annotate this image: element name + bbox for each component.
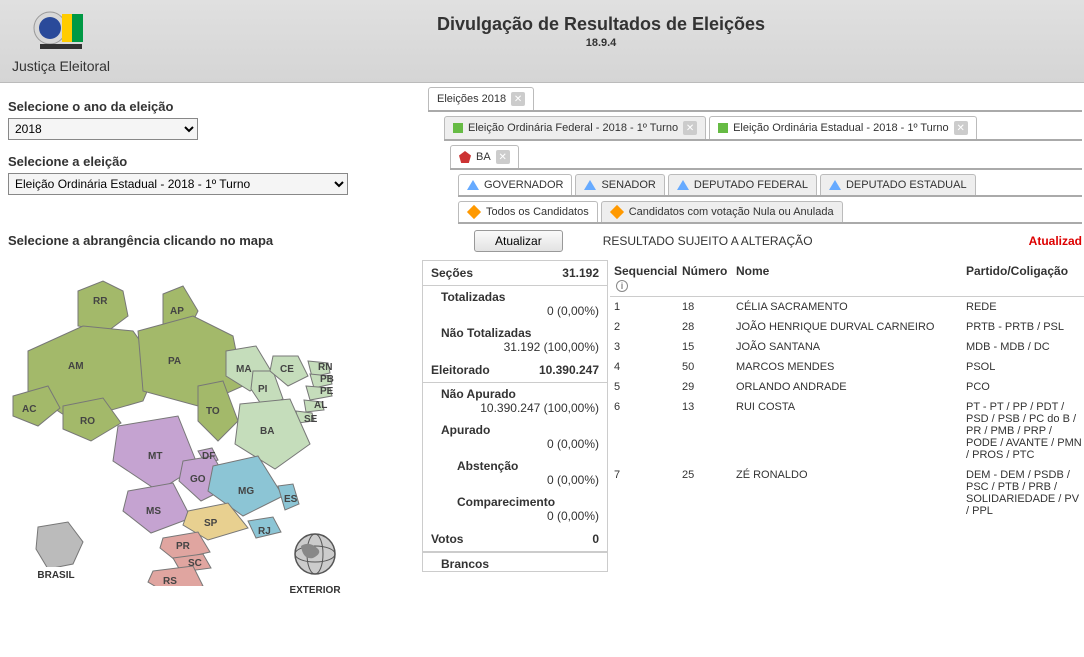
col-sequencial[interactable]: Sequencial	[614, 264, 677, 278]
alert-text: Atualizad	[1029, 234, 1082, 248]
state-RS[interactable]	[148, 566, 203, 586]
table-row[interactable]: 529ORLANDO ANDRADEPCO	[610, 377, 1084, 397]
square-green-icon	[453, 123, 463, 133]
state-PB[interactable]	[310, 374, 332, 388]
close-icon[interactable]: ✕	[511, 92, 525, 106]
triangle-up-icon	[677, 180, 689, 190]
state-AL[interactable]	[304, 400, 324, 412]
state-PE[interactable]	[306, 386, 332, 400]
tab-governador[interactable]: GOVERNADOR	[458, 174, 572, 195]
year-select[interactable]: 2018	[8, 118, 198, 140]
triangle-up-icon	[584, 180, 596, 190]
brasil-mini[interactable]: BRASIL	[28, 519, 84, 581]
tab-eleicoes-2018[interactable]: Eleições 2018 ✕	[428, 87, 534, 110]
right-panel: Eleições 2018 ✕ Eleição Ordinária Federa…	[408, 83, 1084, 650]
tab-state-ba[interactable]: BA ✕	[450, 145, 519, 168]
scope-label: Selecione a abrangência clicando no mapa	[8, 233, 400, 248]
pentagon-red-icon	[459, 151, 471, 163]
diamond-orange-icon	[467, 205, 481, 219]
tab-federal[interactable]: Eleição Ordinária Federal - 2018 - 1º Tu…	[444, 116, 706, 139]
exterior-globe[interactable]: EXTERIOR	[289, 530, 341, 596]
info-icon[interactable]: i	[616, 280, 628, 292]
brazil-map[interactable]: RR AP AM PA MA CE RN PB PE AL SE PI AC R…	[8, 276, 396, 636]
triangle-up-icon	[467, 180, 479, 190]
tab-votacao-nula[interactable]: Candidatos com votação Nula ou Anulada	[601, 201, 843, 222]
table-row[interactable]: 118CÉLIA SACRAMENTOREDE	[610, 297, 1084, 317]
atualizar-button[interactable]: Atualizar	[474, 230, 563, 252]
results-table: Sequencial i Número Nome Partido/Coligaçã…	[610, 260, 1084, 572]
diamond-orange-icon	[610, 205, 624, 219]
left-panel: Selecione o ano da eleição 2018 Selecion…	[0, 83, 408, 650]
table-row[interactable]: 725ZÉ RONALDODEM - DEM / PSDB / PSC / PT…	[610, 465, 1084, 521]
status-text: RESULTADO SUJEITO A ALTERAÇÃO	[603, 234, 813, 248]
table-row[interactable]: 613RUI COSTAPT - PT / PP / PDT / PSD / P…	[610, 397, 1084, 465]
tab-senador[interactable]: SENADOR	[575, 174, 664, 195]
justica-eleitoral-logo	[32, 8, 90, 56]
state-RJ[interactable]	[248, 517, 281, 538]
globe-icon	[289, 530, 341, 582]
table-row[interactable]: 315JOÃO SANTANAMDB - MDB / DC	[610, 337, 1084, 357]
version-label: 18.9.4	[130, 37, 1072, 49]
state-RR[interactable]	[78, 281, 128, 331]
triangle-up-icon	[829, 180, 841, 190]
col-partido[interactable]: Partido/Coligação	[966, 264, 1084, 292]
close-icon[interactable]: ✕	[954, 121, 968, 135]
table-row[interactable]: 228JOÃO HENRIQUE DURVAL CARNEIROPRTB - P…	[610, 317, 1084, 337]
square-green-icon	[718, 123, 728, 133]
tab-dep-federal[interactable]: DEPUTADO FEDERAL	[668, 174, 817, 195]
page-title: Divulgação de Resultados de Eleições	[130, 14, 1072, 35]
close-icon[interactable]: ✕	[683, 121, 697, 135]
election-select[interactable]: Eleição Ordinária Estadual - 2018 - 1º T…	[8, 173, 348, 195]
table-row[interactable]: 450MARCOS MENDESPSOL	[610, 357, 1084, 377]
election-label: Selecione a eleição	[8, 154, 400, 169]
logo-block: Justiça Eleitoral	[12, 8, 110, 74]
tab-dep-estadual[interactable]: DEPUTADO ESTADUAL	[820, 174, 976, 195]
tab-estadual[interactable]: Eleição Ordinária Estadual - 2018 - 1º T…	[709, 116, 977, 139]
state-ES[interactable]	[278, 484, 299, 510]
tab-todos-candidatos[interactable]: Todos os Candidatos	[458, 201, 598, 222]
col-numero[interactable]: Número	[682, 264, 736, 292]
close-icon[interactable]: ✕	[496, 150, 510, 164]
year-label: Selecione o ano da eleição	[8, 99, 400, 114]
col-nome[interactable]: Nome	[736, 264, 966, 292]
stats-panel: Seções31.192 Totalizadas 0 (0,00%) Não T…	[422, 260, 608, 572]
state-MS[interactable]	[123, 483, 191, 533]
org-name: Justiça Eleitoral	[12, 58, 110, 74]
header-bar: Justiça Eleitoral Divulgação de Resultad…	[0, 0, 1084, 83]
